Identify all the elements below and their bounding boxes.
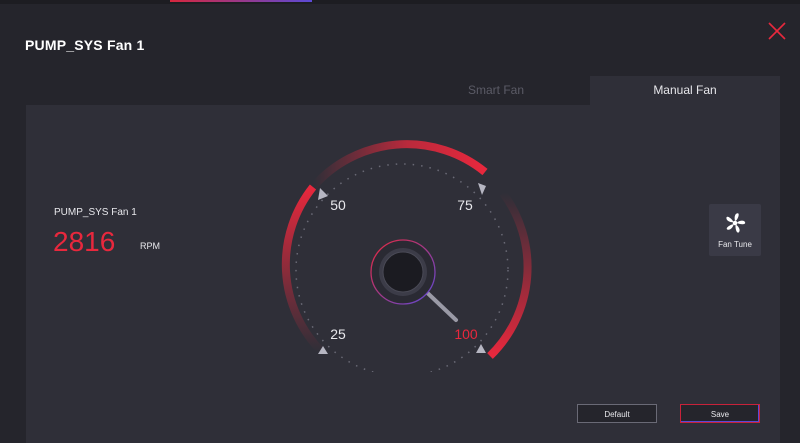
save-button[interactable]: Save <box>680 404 760 423</box>
gauge-arc-left <box>281 184 325 355</box>
default-button[interactable]: Default <box>577 404 657 423</box>
fan-tune-label: Fan Tune <box>718 240 752 249</box>
gauge-label-50: 50 <box>330 197 346 213</box>
mode-tabs: Smart Fan Manual Fan <box>402 76 780 105</box>
gauge-label-75: 75 <box>457 197 473 213</box>
tab-manual-fan[interactable]: Manual Fan <box>590 76 780 105</box>
gauge-label-100: 100 <box>454 326 478 342</box>
fan-tune-button[interactable]: Fan Tune <box>709 204 761 256</box>
gauge-marker-50 <box>318 188 328 200</box>
top-bar <box>0 0 800 4</box>
fan-name-label: PUMP_SYS Fan 1 <box>54 207 137 218</box>
rpm-unit: RPM <box>140 241 160 251</box>
speed-gauge[interactable]: 25 50 75 100 <box>262 132 542 372</box>
rpm-value: 2816 <box>53 226 116 257</box>
close-button[interactable] <box>766 20 788 42</box>
gauge-marker-100 <box>476 344 486 353</box>
gauge-hub-knob[interactable] <box>382 251 424 293</box>
gauge-marker-75 <box>478 183 486 195</box>
close-icon <box>768 22 786 40</box>
tab-smart-fan[interactable]: Smart Fan <box>402 76 590 105</box>
fan-icon <box>726 213 746 233</box>
window-title: PUMP_SYS Fan 1 <box>25 37 145 53</box>
gauge-arc-right <box>487 190 532 359</box>
gauge-label-25: 25 <box>330 326 346 342</box>
gauge-arc-top <box>309 140 488 190</box>
top-accent-line <box>170 0 312 2</box>
